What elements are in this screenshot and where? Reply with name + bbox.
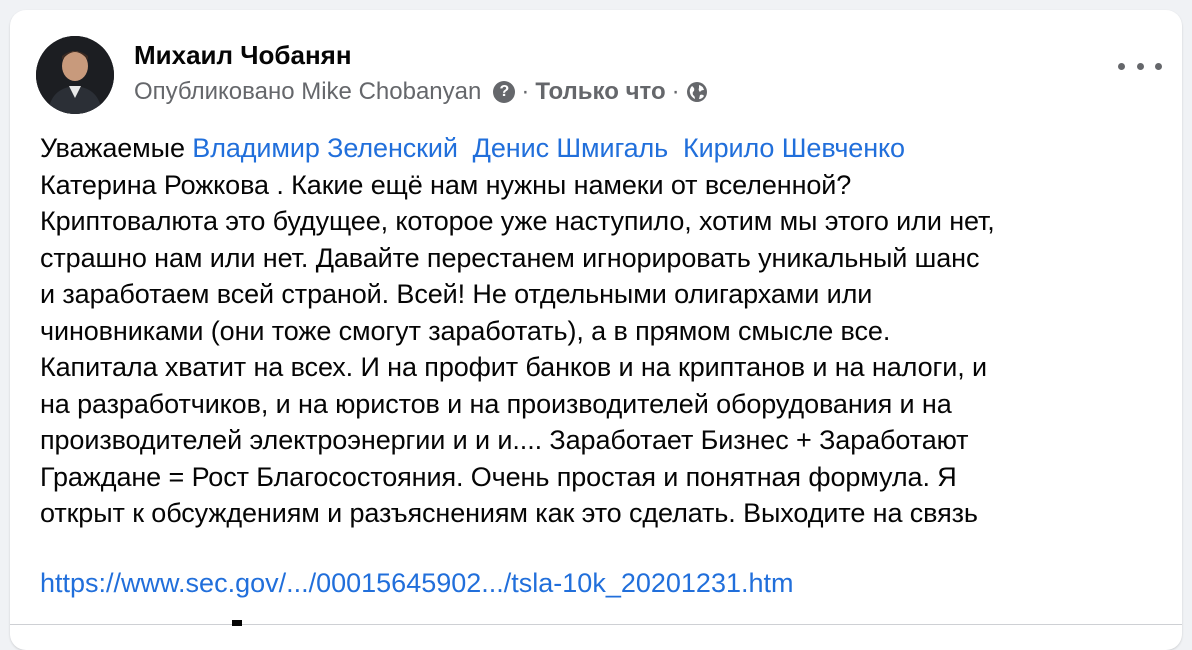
avatar[interactable] — [36, 36, 114, 114]
more-dot — [1118, 62, 1125, 70]
meta-separator: · — [521, 78, 530, 105]
post-link-line: https://www.sec.gov/.../00015645902.../t… — [40, 565, 793, 601]
sec-filing-link[interactable]: https://www.sec.gov/.../00015645902.../t… — [40, 568, 793, 598]
post-line-3: Криптовалюта это будущее, которое уже на… — [40, 206, 995, 236]
author-name[interactable]: Михаил Чобанян — [134, 40, 352, 71]
mention-shevchenko[interactable]: Кирило Шевченко — [683, 133, 905, 163]
post-timestamp[interactable]: Только что — [535, 78, 665, 106]
post-line-10: Граждане = Рост Благосостояния. Очень пр… — [40, 461, 957, 492]
globe-icon[interactable] — [686, 81, 708, 103]
post-line-1: Уважаемые Владимир Зеленский Денис Шмига… — [40, 130, 1160, 167]
preview-edge-mark — [232, 620, 242, 626]
mention-zelensky[interactable]: Владимир Зеленский — [192, 133, 458, 163]
more-dot — [1155, 62, 1162, 70]
more-dot — [1136, 62, 1144, 70]
post-card: Михаил Чобанян Опубликовано Mike Chobany… — [10, 10, 1182, 650]
post-line-8: на разработчиков, и на юристов и на прои… — [40, 388, 952, 419]
post-line-5: и заработаем всей страной. Всей! Не отде… — [40, 279, 873, 309]
profile-photo — [36, 36, 114, 114]
post-divider — [10, 624, 1182, 625]
greeting: Уважаемые — [40, 133, 193, 163]
mention-shmygal[interactable]: Денис Шмигаль — [473, 133, 669, 163]
post-line-6: чиновниками (они тоже смогут заработать)… — [40, 315, 891, 346]
post-line-9: производителей электроэнергии и и и.... … — [40, 425, 969, 455]
post-line-4: страшно нам или нет. Давайте перестанем … — [40, 242, 980, 273]
question-mark-icon[interactable]: ? — [493, 81, 516, 103]
post-meta: Опубликовано Mike Chobanyan ? · Только ч… — [134, 76, 708, 108]
post-line-11: открыт к обсуждениям и разъяснениям как … — [40, 498, 978, 528]
post-body: Уважаемые Владимир Зеленский Денис Шмига… — [40, 130, 1160, 532]
post-line-2: Катерина Рожкова . Какие ещё нам нужны н… — [40, 169, 852, 200]
meta-separator-2: · — [671, 78, 680, 105]
published-by: Опубликовано Mike Chobanyan — [134, 78, 482, 105]
more-options-icon[interactable] — [1118, 54, 1162, 78]
post-line-7: Капитала хватит на всех. И на профит бан… — [40, 352, 987, 382]
